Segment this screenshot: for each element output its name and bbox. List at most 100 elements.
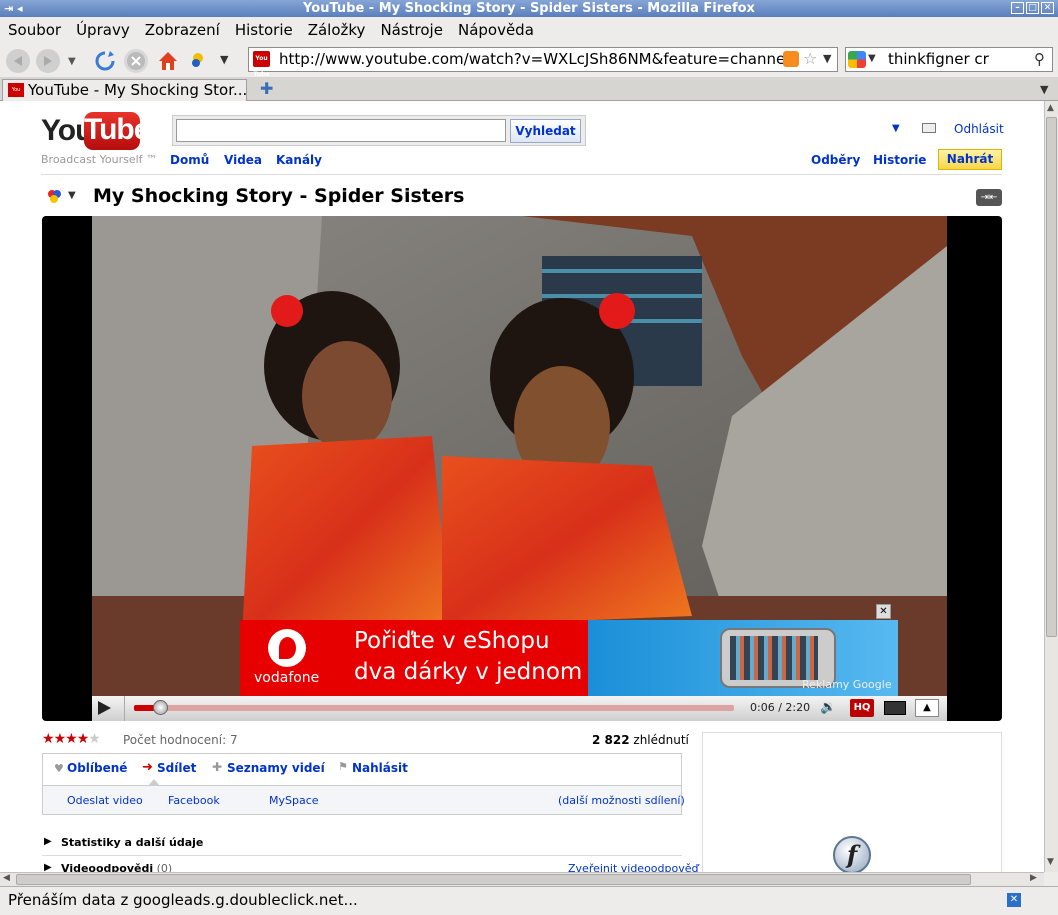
player-controls: 0:06 / 2:20 🔉 HQ ▲ <box>92 696 947 721</box>
view-count-label: zhlédnutí <box>633 733 689 747</box>
video-player[interactable]: vodafone Pořiďte v eShopu dva dárky v je… <box>42 216 1002 721</box>
nav-videos[interactable]: Videa <box>224 153 262 167</box>
youtube-search-input[interactable] <box>176 119 506 142</box>
hq-button[interactable]: HQ <box>850 699 874 717</box>
responses-toggle[interactable]: Videoodpovědi (0) <box>61 862 172 872</box>
new-tab-icon[interactable]: ✚ <box>260 79 273 98</box>
addon-status-icon[interactable]: ✕ <box>1007 893 1021 907</box>
heart-icon: ♥ <box>54 762 64 775</box>
ad-close-icon[interactable]: ✕ <box>876 604 891 619</box>
toolbar-dropdown-icon[interactable]: ▼ <box>220 53 228 66</box>
horizontal-scrollbar[interactable]: ◀ ▶ <box>0 872 1044 886</box>
signout-link[interactable]: Odhlásit <box>954 122 1004 136</box>
menu-zalozky[interactable]: Záložky <box>308 21 366 39</box>
url-dropdown-icon[interactable]: ▼ <box>823 52 831 65</box>
report-button[interactable]: Nahlásit <box>352 761 408 775</box>
menu-soubor[interactable]: Soubor <box>8 21 61 39</box>
upload-button[interactable]: Nahrát <box>938 149 1002 170</box>
window-title: YouTube - My Shocking Story - Spider Sis… <box>303 1 755 16</box>
scroll-up-icon[interactable]: ▲ <box>1047 103 1054 113</box>
rating-star-icon[interactable]: ★ <box>88 731 101 747</box>
tab-youtube[interactable]: YouTube - My Shocking Stor... <box>2 79 247 101</box>
url-bar[interactable]: http://www.youtube.com/watch?v=WXLcJSh86… <box>248 47 838 72</box>
extension-button[interactable] <box>186 49 210 73</box>
reload-button[interactable] <box>93 49 117 73</box>
forward-arrow-icon <box>44 56 52 66</box>
controls-divider <box>124 696 125 721</box>
rating-star-icon[interactable]: ★ <box>42 731 55 747</box>
search-engine-icon[interactable] <box>848 51 866 68</box>
post-response-link[interactable]: Zveřejnit videoodpověď <box>568 862 699 872</box>
status-bar: Přenáším data z googleads.g.doubleclick.… <box>0 886 1058 915</box>
play-icon[interactable] <box>98 701 111 715</box>
menu-napoveda[interactable]: Nápověda <box>458 21 534 39</box>
menu-nastroje[interactable]: Nástroje <box>380 21 443 39</box>
flash-plugin-icon[interactable]: f <box>833 836 871 872</box>
rating-star-icon[interactable]: ★ <box>77 731 90 747</box>
time-display: 0:06 / 2:20 <box>750 701 811 714</box>
progress-track[interactable] <box>134 700 734 715</box>
stats-toggle[interactable]: Statistiky a další údaje <box>61 836 203 849</box>
stats-expand-icon[interactable]: ▶ <box>44 836 52 847</box>
playlist-add-icon[interactable] <box>46 188 64 204</box>
window-title-bar[interactable]: ⇥ ◂ YouTube - My Shocking Story - Spider… <box>0 0 1058 17</box>
volume-icon[interactable]: 🔉 <box>820 700 836 715</box>
forward-button[interactable] <box>36 49 60 73</box>
vertical-scrollbar[interactable]: ▲ ▼ <box>1044 101 1058 872</box>
fullscreen-icon[interactable]: ▲ <box>915 699 939 717</box>
bookmark-star-icon[interactable]: ☆ <box>803 49 817 68</box>
video-frame[interactable]: vodafone Pořiďte v eShopu dva dárky v je… <box>92 216 947 696</box>
search-bar[interactable]: thinkfigner cr <box>845 47 1053 72</box>
menu-bar: Soubor Úpravy Zobrazení Historie Záložky… <box>0 17 1058 43</box>
stop-button[interactable] <box>124 49 148 73</box>
history-dropdown-icon[interactable]: ▼ <box>68 56 76 67</box>
overlay-ad[interactable]: vodafone Pořiďte v eShopu dva dárky v je… <box>240 604 898 696</box>
share-facebook-link[interactable]: Facebook <box>168 794 220 807</box>
favorite-button[interactable]: Oblíbené <box>67 761 127 775</box>
account-dropdown-icon[interactable]: ▼ <box>892 123 900 134</box>
share-more-link[interactable]: (další možnosti sdílení) <box>558 794 685 807</box>
search-icon[interactable]: ⚲ <box>1034 50 1045 68</box>
minimize-icon[interactable]: – <box>1011 2 1024 14</box>
window-menu-icon[interactable]: ⇥ ◂ <box>4 0 23 17</box>
share-email-link[interactable]: Odeslat video <box>67 794 143 807</box>
rss-feed-icon[interactable] <box>783 51 799 67</box>
mail-icon[interactable] <box>922 123 936 133</box>
search-engine-dropdown-icon[interactable]: ▼ <box>868 53 876 64</box>
share-myspace-link[interactable]: MySpace <box>269 794 319 807</box>
youtube-search-button[interactable]: Vyhledat <box>510 119 581 143</box>
rating-stars[interactable]: ★★★★★ <box>42 731 101 747</box>
responses-expand-icon[interactable]: ▶ <box>44 862 52 872</box>
subscriptions-link[interactable]: Odběry <box>811 153 860 167</box>
rating-star-icon[interactable]: ★ <box>65 731 78 747</box>
tab-list-icon[interactable]: ▼ <box>1040 83 1048 96</box>
popout-player-icon[interactable] <box>884 701 906 715</box>
share-pointer <box>148 779 160 786</box>
youtube-logo[interactable]: You Tube <box>41 110 150 152</box>
home-icon <box>159 52 177 70</box>
menu-upravy[interactable]: Úpravy <box>76 21 130 39</box>
ad-line2: dva dárky v jednom <box>354 659 583 685</box>
scroll-down-icon[interactable]: ▼ <box>1047 857 1054 867</box>
playlist-dropdown-icon[interactable]: ▼ <box>68 190 76 201</box>
nav-home[interactable]: Domů <box>170 153 209 167</box>
home-button[interactable] <box>156 49 180 73</box>
horizontal-scroll-thumb[interactable] <box>16 874 971 885</box>
vertical-scroll-thumb[interactable] <box>1046 117 1057 637</box>
menu-historie[interactable]: Historie <box>235 21 293 39</box>
back-button[interactable] <box>6 49 30 73</box>
flag-icon: ⚑ <box>338 760 348 773</box>
rating-star-icon[interactable]: ★ <box>54 731 67 747</box>
maximize-icon[interactable]: □ <box>1026 2 1039 14</box>
share-button[interactable]: Sdílet <box>157 761 196 775</box>
menu-zobrazeni[interactable]: Zobrazení <box>145 21 220 39</box>
history-link[interactable]: Historie <box>873 153 926 167</box>
expand-player-icon[interactable]: ⇥⇤ <box>976 189 1002 206</box>
progress-scrubber[interactable] <box>152 700 168 715</box>
nav-channels[interactable]: Kanály <box>276 153 322 167</box>
page-viewport: You Tube Broadcast Yourself ™ Vyhledat D… <box>0 101 1044 872</box>
scroll-right-icon[interactable]: ▶ <box>1030 873 1037 883</box>
scroll-left-icon[interactable]: ◀ <box>3 873 10 883</box>
playlists-button[interactable]: Seznamy videí <box>227 761 325 775</box>
close-icon[interactable]: ✕ <box>1041 2 1054 14</box>
